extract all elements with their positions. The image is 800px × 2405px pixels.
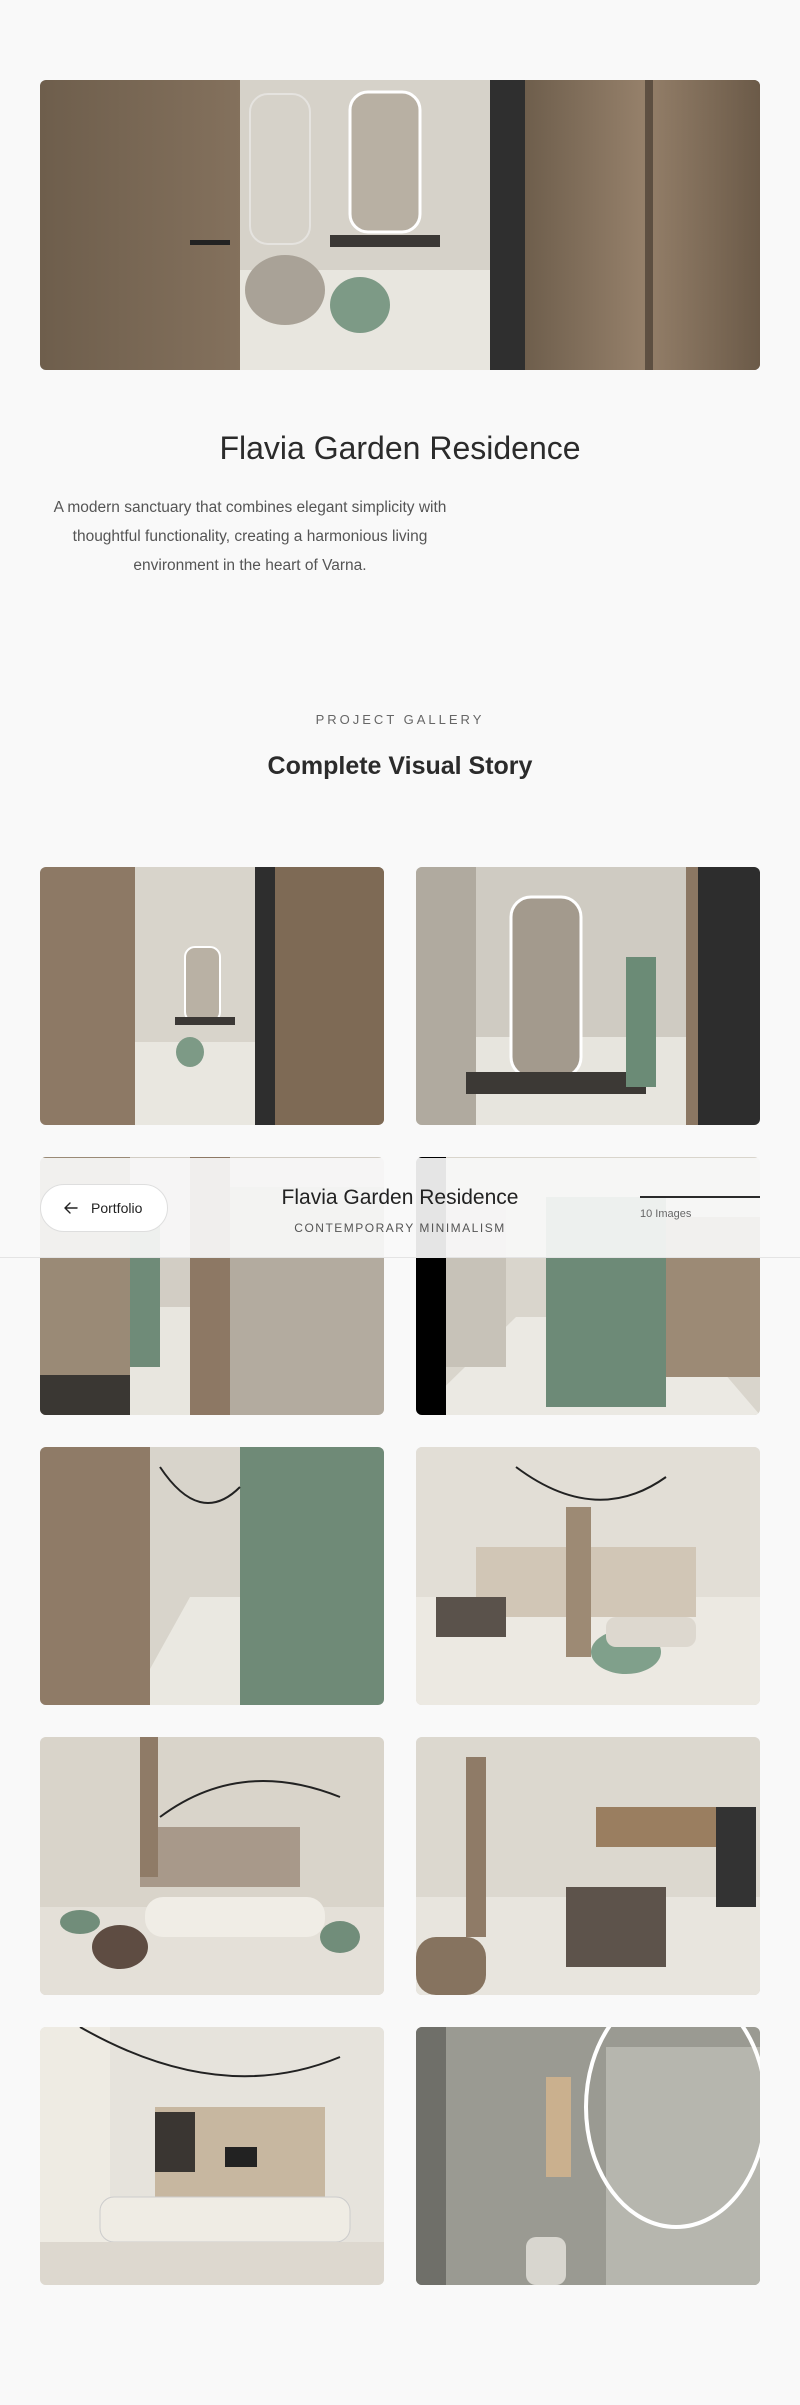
gallery-title: Complete Visual Story — [267, 752, 533, 780]
image-count: 10 Images — [640, 1208, 692, 1220]
gallery-image-2[interactable] — [416, 867, 760, 1125]
header-project-name: Flavia Garden Residence — [281, 1186, 519, 1209]
gallery-image-10[interactable] — [416, 2027, 760, 2285]
gallery-image-9[interactable] — [40, 2027, 384, 2285]
gallery-image-7[interactable] — [40, 1737, 384, 1995]
hero-image — [40, 80, 760, 370]
image-count-divider — [640, 1196, 760, 1198]
gallery-label: PROJECT GALLERY — [315, 712, 485, 727]
project-title: Flavia Garden Residence — [219, 430, 581, 466]
gallery-image-1[interactable] — [40, 867, 384, 1125]
gallery-image-5[interactable] — [40, 1447, 384, 1705]
project-description: A modern sanctuary that combines elegant… — [53, 499, 447, 574]
gallery-image-6[interactable] — [416, 1447, 760, 1705]
sticky-project-header: Portfolio Flavia Garden Residence CONTEM… — [0, 1158, 800, 1258]
header-project-style: CONTEMPORARY MINIMALISM — [294, 1221, 506, 1235]
gallery-image-8[interactable] — [416, 1737, 760, 1995]
